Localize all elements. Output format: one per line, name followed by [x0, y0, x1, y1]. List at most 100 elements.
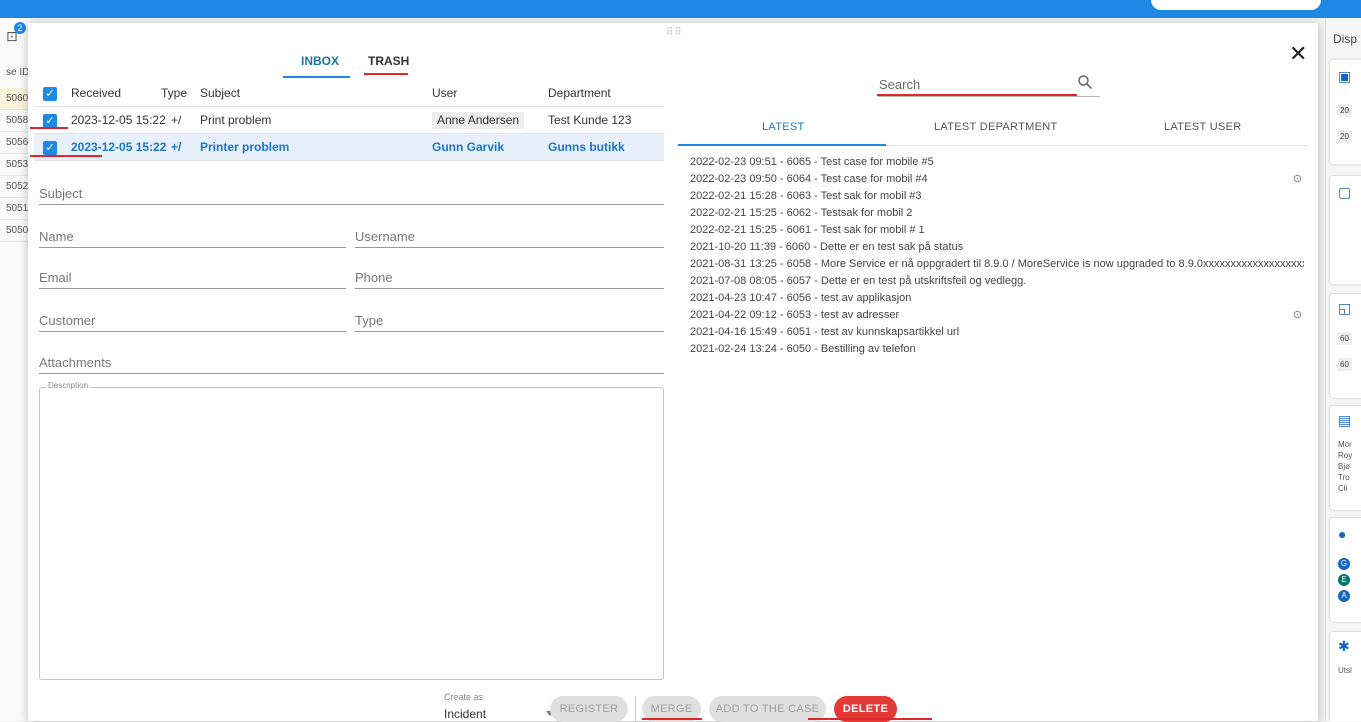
subject-field[interactable]: Subject	[39, 179, 664, 205]
column-header-department[interactable]: Department	[548, 80, 611, 107]
widget-line: Utsl	[1338, 666, 1352, 675]
case-row[interactable]: 5050	[0, 220, 30, 242]
list-item[interactable]: 2021-04-22 09:12 - 6053 - test av adress…	[690, 307, 1304, 324]
user-chip: Anne Andersen	[432, 112, 525, 129]
case-row[interactable]: 5058	[0, 110, 30, 132]
name-field[interactable]: Name	[39, 222, 346, 248]
asterisk-icon: ✱	[1338, 638, 1350, 654]
widget-line: Cli	[1338, 484, 1348, 493]
customer-field[interactable]: Customer	[39, 306, 346, 332]
column-header-type[interactable]: Type	[161, 80, 187, 107]
search-icon[interactable]	[1077, 74, 1093, 90]
list-item-text: 2021-02-24 13:24 - 6050 - Bestilling av …	[690, 343, 916, 355]
calendar-icon: ▣	[1338, 68, 1352, 84]
list-item-text: 2021-04-23 10:47 - 6056 - test av applik…	[690, 292, 912, 304]
widget-value: 20	[1337, 104, 1352, 117]
widget-value: 60	[1337, 358, 1352, 371]
document-icon: ◱	[1338, 300, 1352, 316]
widget-line: Mor	[1338, 440, 1352, 449]
annotation-underline	[30, 155, 102, 157]
avatar[interactable]: A	[1338, 590, 1350, 602]
drag-handle[interactable]: ⠿⠿	[666, 27, 683, 38]
widget-card: ✱ Utsl	[1330, 632, 1361, 721]
top-search-pill[interactable]	[1151, 0, 1321, 10]
list-item[interactable]: 2021-10-20 11:39 - 6060 - Dette er en te…	[690, 239, 1304, 256]
email-field[interactable]: Email	[39, 263, 346, 289]
widget-line: Roy	[1338, 451, 1353, 460]
username-field[interactable]: Username	[355, 222, 664, 248]
annotation-underline	[364, 73, 408, 75]
avatar[interactable]: G	[1338, 558, 1350, 570]
list-item[interactable]: 2022-02-21 15:25 - 6062 - Testsak for mo…	[690, 205, 1304, 222]
column-header-subject[interactable]: Subject	[200, 80, 240, 107]
list-item[interactable]: 2021-02-24 13:24 - 6050 - Bestilling av …	[690, 341, 1304, 358]
avatar[interactable]: E	[1338, 574, 1350, 586]
case-row[interactable]: 5053	[0, 154, 30, 176]
description-textarea[interactable]: Description	[39, 381, 664, 680]
widget-card: ◱ 60 60	[1330, 294, 1361, 398]
widget-line: Bjø	[1338, 462, 1350, 471]
widget-value: 60	[1337, 332, 1352, 345]
tab-latest-user[interactable]: LATEST USER	[1164, 121, 1241, 133]
row-checkbox[interactable]: ✓	[43, 141, 57, 155]
table-header-row: ✓ Received Type Subject User Department	[34, 80, 664, 107]
list-item[interactable]: 2021-04-23 10:47 - 6056 - test av applik…	[690, 290, 1304, 307]
register-button[interactable]: REGISTER	[550, 696, 628, 722]
background-case-list: ⊡ 2 se ID 5060 5058 5056 5053 5052 5051 5…	[0, 18, 30, 721]
inbox-count-badge: 2	[14, 22, 26, 34]
create-as-select[interactable]: Incident	[444, 707, 554, 721]
case-row[interactable]: 5056	[0, 132, 30, 154]
list-item[interactable]: 2021-07-08 08:05 - 6057 - Dette er en te…	[690, 273, 1304, 290]
list-item[interactable]: 2022-02-21 15:25 - 6061 - Test sak for m…	[690, 222, 1304, 239]
widget-card: ▢	[1330, 176, 1361, 284]
inbox-dialog: ⠿⠿ ✕ INBOX TRASH ✓ Received Type Subject…	[28, 23, 1318, 722]
top-app-bar	[0, 0, 1361, 18]
case-row[interactable]: 5060	[0, 88, 30, 110]
list-item-text: 2022-02-21 15:28 - 6063 - Test sak for m…	[690, 190, 922, 202]
row-checkbox[interactable]: ✓	[43, 114, 57, 128]
button-divider	[635, 696, 636, 722]
list-item[interactable]: 2022-02-23 09:50 - 6064 - Test case for …	[690, 171, 1304, 188]
annotation-underline	[642, 718, 702, 720]
list-item-text: 2022-02-21 15:25 - 6061 - Test sak for m…	[690, 224, 925, 236]
tab-inbox[interactable]: INBOX	[301, 54, 339, 68]
eye-icon[interactable]: ⊙	[1293, 171, 1302, 188]
close-icon[interactable]: ✕	[1289, 43, 1307, 65]
panel-title: Disp	[1333, 32, 1358, 46]
list-item-text: 2022-02-23 09:51 - 6065 - Test case for …	[690, 156, 934, 168]
eye-icon[interactable]: ⊙	[1293, 307, 1302, 324]
background-side-panel: Disp ▣ 20 20 ▢ ◱ 60 60 ▤ Mor Roy Bjø Tro…	[1325, 18, 1361, 721]
column-header-received[interactable]: Received	[71, 80, 121, 107]
list-item[interactable]: 2022-02-21 15:28 - 6063 - Test sak for m…	[690, 188, 1304, 205]
table-row[interactable]: ✓ 2023-12-05 15:22 +/ Print problem Anne…	[34, 107, 664, 134]
clipboard-icon: ▤	[1338, 412, 1352, 428]
subject-cell: Print problem	[200, 113, 272, 127]
department-cell: Gunns butikk	[548, 140, 625, 154]
attachments-field[interactable]: Attachments	[39, 348, 664, 374]
case-row[interactable]: 5052	[0, 176, 30, 198]
search-input[interactable]: Search	[879, 77, 920, 92]
type-field[interactable]: Type	[355, 306, 664, 332]
subject-cell: Printer problem	[200, 140, 290, 154]
list-item[interactable]: 2022-02-23 09:51 - 6065 - Test case for …	[690, 154, 1304, 171]
create-as-value: Incident	[444, 707, 487, 721]
tab-trash[interactable]: TRASH	[368, 54, 409, 68]
table-row-selected[interactable]: ✓ 2023-12-05 15:22 +/ Printer problem Gu…	[34, 134, 664, 161]
column-header-user[interactable]: User	[432, 80, 457, 107]
list-item-text: 2022-02-21 15:25 - 6062 - Testsak for mo…	[690, 207, 913, 219]
tab-latest[interactable]: LATEST	[762, 121, 805, 133]
list-item-text: 2022-02-23 09:50 - 6064 - Test case for …	[690, 173, 928, 185]
list-item[interactable]: 2021-04-16 15:49 - 6051 - test av kunnsk…	[690, 324, 1304, 341]
select-all-checkbox[interactable]: ✓	[43, 87, 57, 101]
comment-icon: ▢	[1338, 184, 1352, 200]
case-id-header: se ID	[6, 67, 30, 78]
tab-latest-department[interactable]: LATEST DEPARTMENT	[934, 121, 1057, 133]
phone-field[interactable]: Phone	[355, 263, 664, 289]
list-item-text: 2021-04-16 15:49 - 6051 - test av kunnsk…	[690, 326, 960, 338]
list-item[interactable]: 2021-08-31 13:25 - 6058 - More Service e…	[690, 256, 1304, 273]
inbox-tray-icon[interactable]: ⊡ 2	[6, 22, 26, 45]
type-icon: +/	[171, 113, 182, 127]
widget-value: 20	[1337, 130, 1352, 143]
case-row[interactable]: 5051	[0, 198, 30, 220]
list-item-text: 2021-10-20 11:39 - 6060 - Dette er en te…	[690, 241, 964, 253]
